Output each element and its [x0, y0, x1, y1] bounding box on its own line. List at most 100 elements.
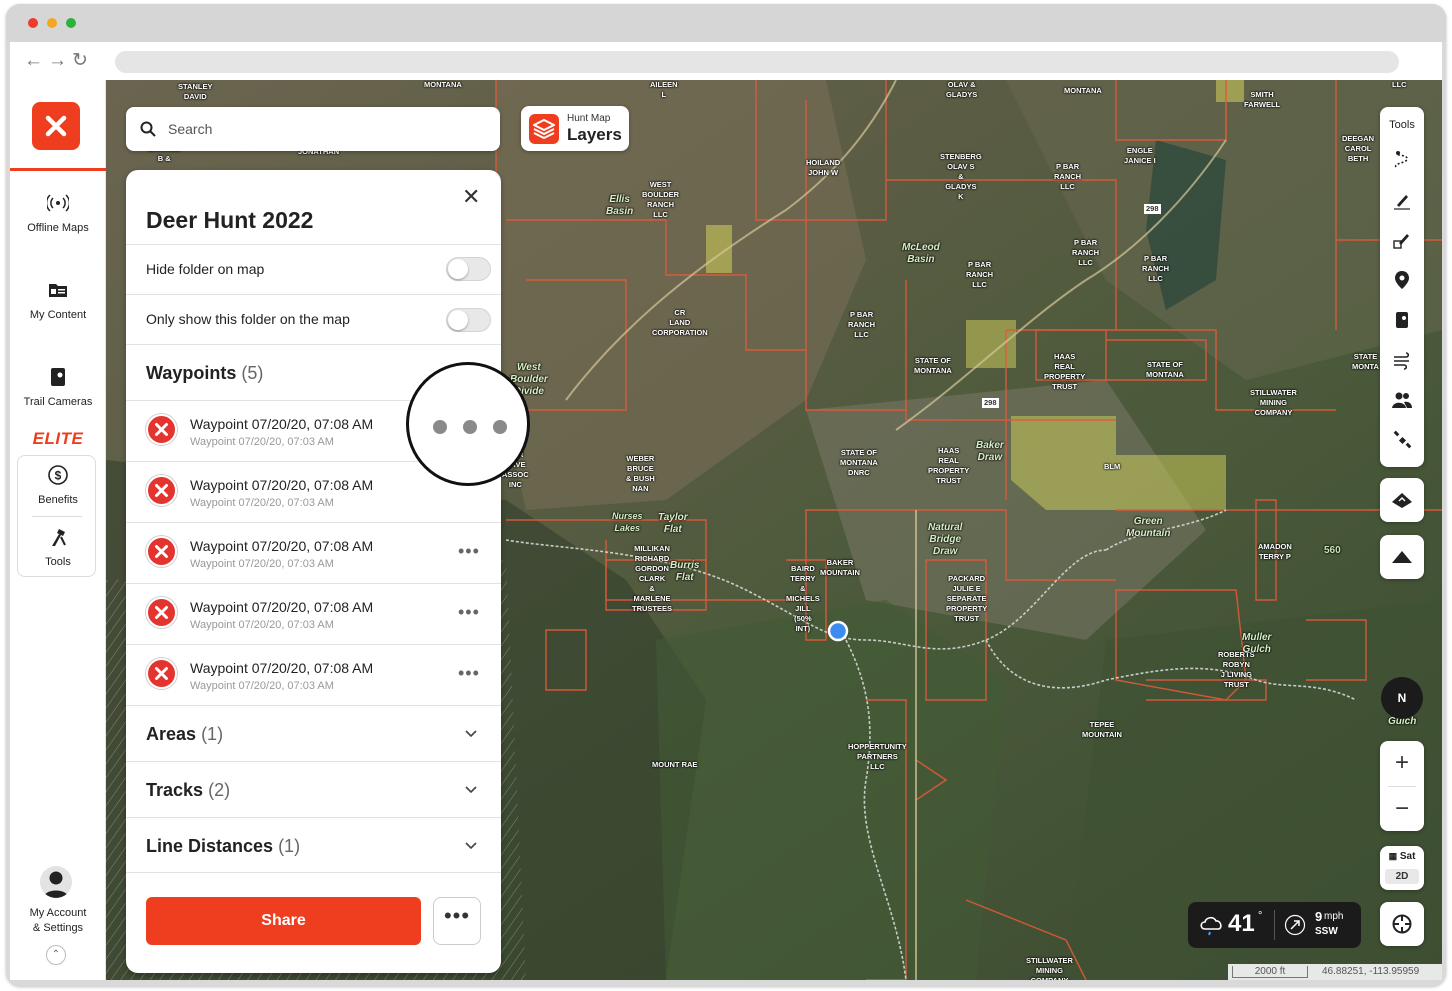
map-label: MONTANA	[1064, 86, 1102, 95]
map-label: 298	[1144, 204, 1161, 214]
route-icon[interactable]	[1391, 149, 1413, 171]
map-label: HAAS REAL PROPERTY TRUST	[1044, 352, 1086, 391]
browser-window: ← → ↻ STANLEY DAVID MONTANA AILEEN L OLA…	[6, 4, 1446, 986]
map-label: 560	[1324, 545, 1341, 556]
areas-section-header[interactable]: Areas (1)	[126, 705, 501, 761]
zoom-in-button[interactable]: +	[1380, 751, 1424, 775]
chevron-down-icon	[465, 786, 477, 794]
reload-icon[interactable]: ↻	[72, 51, 88, 71]
waypoint-icon	[146, 597, 177, 628]
map-label: PACKARD JULIE E SEPARATE PROPERTY TRUST	[946, 574, 988, 623]
trail-camera-icon[interactable]	[1391, 309, 1413, 331]
map-label: MONTANA	[424, 80, 462, 89]
map-label: BLM	[1104, 462, 1121, 471]
my-content-icon	[49, 284, 67, 297]
temperature-degree: °	[1258, 910, 1263, 922]
chevron-down-icon	[465, 730, 477, 738]
waypoint-icon	[146, 475, 177, 506]
weather-widget[interactable]: 41 ° 9 mph SSW	[1188, 902, 1361, 948]
sidebar-item-offline-maps[interactable]: Offline Maps	[10, 192, 106, 234]
account-label-line2: & Settings	[32, 922, 84, 934]
wind-direction: SSW	[1315, 926, 1338, 937]
tools-label: Tools	[1389, 119, 1415, 131]
map-label: DEEGAN CAROL BETH	[1342, 134, 1375, 163]
only-show-folder-toggle[interactable]	[446, 308, 491, 332]
tracks-section-header[interactable]: Tracks (2)	[126, 761, 501, 817]
mountain-icon	[1392, 551, 1412, 563]
search-input[interactable]: Search	[168, 121, 212, 137]
close-icon[interactable]: ✕	[462, 186, 480, 208]
sidebar-item-label: Benefits	[38, 494, 78, 506]
hide-folder-row: Hide folder on map	[126, 244, 501, 294]
map-label: STATE OF MONTANA DNRC	[840, 448, 878, 477]
map-grid-icon: ▦	[1388, 851, 1398, 861]
waypoint-title: Waypoint 07/20/20, 07:08 AM	[190, 599, 374, 615]
pencil-line-icon[interactable]	[1391, 189, 1413, 211]
more-options-icon[interactable]: •••	[458, 603, 480, 621]
map-label: P BAR RANCH LLC	[1072, 238, 1100, 267]
divider	[1388, 786, 1416, 787]
elite-badge: ELITE	[32, 429, 84, 448]
map-label: Nurses Lakes	[612, 511, 643, 533]
line-distances-heading: Line Distances (1)	[146, 836, 300, 857]
line-distances-section-header[interactable]: Line Distances (1)	[126, 817, 501, 873]
map-label: MILLIKAN RICHARD GORDON CLARK & MARLENE …	[632, 544, 673, 613]
wind-icon[interactable]	[1391, 349, 1413, 371]
map-scale-bar: 2000 ft 46.88251, -113.95959	[1228, 964, 1442, 980]
avatar[interactable]	[40, 866, 72, 898]
section-count: (1)	[278, 836, 301, 856]
sidebar-item-tools[interactable]: Tools	[10, 526, 106, 568]
chevron-up-icon[interactable]: ⌃	[46, 945, 66, 965]
map-label: Ellis Basin	[606, 194, 634, 217]
sidebar-item-trail-cameras[interactable]: Trail Cameras	[10, 366, 106, 408]
compass-button[interactable]: N	[1381, 677, 1423, 719]
zoom-out-button[interactable]: −	[1380, 797, 1424, 821]
people-icon[interactable]	[1391, 389, 1413, 411]
3d-terrain-button[interactable]	[1380, 478, 1424, 522]
tracks-heading: Tracks (2)	[146, 780, 230, 801]
section-label: Areas	[146, 724, 197, 744]
sidebar-item-benefits[interactable]: $ Benefits	[10, 464, 106, 506]
search-bar[interactable]: Search	[126, 107, 500, 151]
basemap-toggle[interactable]: ▦ Sat 2D	[1380, 846, 1424, 890]
address-bar[interactable]	[115, 51, 1399, 73]
map-label: STANLEY DAVID	[178, 82, 213, 101]
sidebar-item-my-content[interactable]: My Content	[10, 279, 106, 321]
map-label: Natural Bridge Draw	[928, 522, 963, 557]
map-label: HOPPERTUNITY PARTNERS LLC	[848, 742, 907, 771]
recenter-location-button[interactable]	[1380, 902, 1424, 946]
waypoints-heading: Waypoints (5)	[146, 363, 263, 384]
map-label: Green Mountain	[1126, 516, 1171, 539]
map-label: Muller Gulch	[1242, 632, 1272, 655]
tools-panel: Tools	[1380, 107, 1424, 467]
more-options-icon[interactable]: •••	[458, 542, 480, 560]
list-item[interactable]: Waypoint 07/20/20, 07:08 AM Waypoint 07/…	[126, 644, 501, 705]
close-window-dot[interactable]	[28, 18, 38, 28]
minimize-window-dot[interactable]	[47, 18, 57, 28]
app-viewport: STANLEY DAVID MONTANA AILEEN L OLAV & GL…	[10, 80, 1442, 980]
location-pin-icon[interactable]	[1391, 269, 1413, 291]
area-draw-icon[interactable]	[1391, 229, 1413, 251]
section-label: Waypoints	[146, 363, 237, 383]
waypoint-subtitle: Waypoint 07/20/20, 07:03 AM	[190, 558, 334, 570]
hide-folder-toggle[interactable]	[446, 257, 491, 281]
temperature-value: 41	[1228, 910, 1255, 937]
list-item[interactable]: Waypoint 07/20/20, 07:08 AM Waypoint 07/…	[126, 583, 501, 644]
sidebar-item-label: Tools	[45, 556, 71, 568]
mountain-view-button[interactable]	[1380, 535, 1424, 579]
folder-panel: ✕ Deer Hunt 2022 Hide folder on map Only…	[126, 170, 501, 973]
onx-logo-icon[interactable]	[32, 102, 80, 150]
hunt-map-layers-button[interactable]: Hunt Map Layers	[521, 106, 629, 151]
account-settings-link[interactable]: My Account & Settings	[10, 906, 106, 936]
more-options-icon[interactable]: •••	[458, 664, 480, 682]
logo-underline	[10, 168, 106, 171]
share-button[interactable]: Share	[146, 897, 421, 945]
forward-arrow-icon[interactable]: →	[48, 51, 67, 71]
map-label: ROBERTS ROBYN J LIVING TRUST	[1218, 650, 1255, 689]
satellite-icon[interactable]	[1391, 429, 1413, 451]
maximize-window-dot[interactable]	[66, 18, 76, 28]
more-options-button[interactable]: •••	[433, 897, 481, 945]
wind-speed: 9	[1315, 909, 1323, 924]
back-arrow-icon[interactable]: ←	[24, 51, 43, 71]
list-item[interactable]: Waypoint 07/20/20, 07:08 AM Waypoint 07/…	[126, 522, 501, 583]
